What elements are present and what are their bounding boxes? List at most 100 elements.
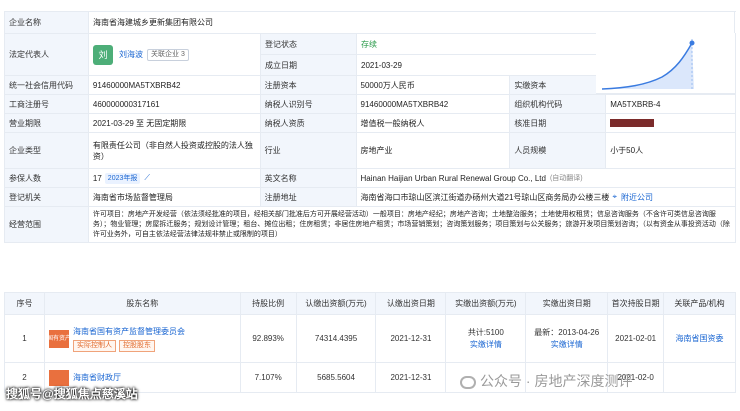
shareholder-name[interactable]: 海南省财政厅: [73, 372, 121, 383]
label-address: 注册地址: [260, 188, 357, 206]
row-name: 企业名称 海南省海建城乡更新集团有限公司: [5, 12, 736, 34]
watermark: 公众号 · 房地产深度测评: [460, 371, 632, 391]
tax-id: 91460000MA5TXBRB42: [357, 95, 511, 113]
header-first-date[interactable]: 首次持股日期: [608, 293, 665, 314]
reg-status: 存续: [357, 34, 601, 54]
authority: 海南省市场监督管理局: [89, 188, 261, 206]
label-english-name: 英文名称: [260, 169, 357, 187]
shareholder-cell: 国有资产 海南省国有资产监督管理委员会 实际控制人 控股股东: [45, 315, 241, 362]
insured-cell: 17 2023年报 ⟋: [89, 169, 261, 187]
shareholder-header: 序号 股东名称 持股比例 认缴出资额(万元) 认缴出资日期 实缴出资额(万元) …: [5, 293, 736, 315]
shareholder-logo: 国有资产: [47, 329, 71, 348]
label-staff-size: 人员规模: [510, 133, 607, 168]
avatar: 刘: [93, 44, 113, 65]
label-org-code: 组织机构代码: [510, 95, 607, 113]
header-no: 序号: [5, 293, 45, 314]
english-name-cell: Hainan Haijian Urban Rural Renewal Group…: [357, 169, 736, 187]
label-business-scope: 经营范围: [5, 207, 89, 242]
capital: 50000万人民币: [357, 76, 511, 94]
address-cell: 海南省海口市琼山区滨江街道办砀州大道21号琼山区商务局办公楼三楼 ⌖ 附近公司: [357, 188, 736, 206]
row-insured: 参保人数 17 2023年报 ⟋ 英文名称 Hainan Haijian Urb…: [5, 169, 736, 188]
paid-amount-cell: 共计:5100 实缴详情: [446, 315, 527, 362]
status-group: 登记状态 存续 成立日期 2021-03-29: [261, 34, 601, 75]
header-paid-date[interactable]: 实缴出资日期: [526, 293, 609, 314]
row-term: 营业期限 2021-03-29 至 无固定期限 纳税人资质 增值税一般纳税人 核…: [5, 114, 737, 133]
reg-no: 460000000317161: [89, 95, 261, 113]
label-taxpayer: 纳税人资质: [260, 114, 357, 132]
org-code: MA5TXBRB-4: [606, 95, 737, 113]
insured-count: 17: [92, 173, 102, 183]
paid-date-cell: 最新：2013-04-26 实缴详情: [526, 315, 609, 362]
label-capital: 注册资本: [260, 76, 357, 94]
sub-amount: 5685.5604: [297, 363, 377, 392]
row-type: 企业类型 有限责任公司（非自然人投资或控股的法人独资） 行业 房地产业 人员规模…: [5, 133, 737, 169]
header-sub-amount[interactable]: 认缴出资额(万元): [297, 293, 377, 314]
table-row: 1 国有资产 海南省国有资产监督管理委员会 实际控制人 控股股东 92.893%…: [5, 315, 736, 363]
staff-size: 小于50人: [606, 133, 737, 168]
redacted-block: [610, 119, 655, 127]
label-industry: 行业: [260, 133, 357, 168]
controlling-shareholder-tag: 控股股东: [118, 339, 155, 352]
label-approve-date: 核准日期: [510, 114, 607, 132]
header-name: 股东名称: [45, 293, 241, 314]
label-business-term: 营业期限: [5, 114, 89, 132]
business-term: 2021-03-29 至 无固定期限: [89, 114, 261, 132]
row-regno: 工商注册号 460000000317161 纳税人识别号 91460000MA5…: [5, 95, 737, 114]
sub-date: 2021-12-31: [376, 315, 447, 362]
shareholder-name[interactable]: 海南省国有资产监督管理委员会: [73, 326, 185, 338]
company-type: 有限责任公司（非自然人投资或控股的法人独资）: [89, 133, 261, 168]
approve-date: [606, 114, 737, 132]
taxpayer: 增值税一般纳税人: [357, 114, 511, 132]
label-reg-no: 工商注册号: [5, 95, 89, 113]
header-ratio[interactable]: 持股比例: [241, 293, 297, 314]
wechat-icon: [460, 375, 476, 389]
related-enterprise-tag[interactable]: 关联企业 3: [147, 48, 189, 61]
location-icon[interactable]: ⌖: [612, 192, 617, 202]
company-name: 海南省海建城乡更新集团有限公司: [89, 12, 735, 33]
row-scope: 经营范围 许可项目：房地产开发经营（依法须经批准的项目，经相关部门批准后方可开展…: [5, 207, 736, 243]
related-org-link[interactable]: 海南省国资委: [664, 315, 736, 362]
est-date: 2021-03-29: [357, 55, 601, 75]
ratio: 92.893%: [241, 315, 297, 362]
trend-chart-svg: [601, 39, 695, 91]
legal-rep-link[interactable]: 刘海波: [119, 49, 143, 60]
first-date: 2021-02-01: [608, 315, 665, 362]
trend-point: [689, 40, 695, 46]
header-sub-date[interactable]: 认缴出资日期: [376, 293, 447, 314]
related-org: [664, 363, 736, 392]
label-legal-rep: 法定代表人: [5, 34, 89, 75]
business-scope: 许可项目：房地产开发经营（依法须经批准的项目，经相关部门批准后方可开展经营活动）…: [89, 207, 736, 242]
row-no: 1: [5, 315, 45, 362]
ratio: 7.107%: [241, 363, 297, 392]
industry: 房地产业: [357, 133, 511, 168]
label-est-date: 成立日期: [261, 55, 357, 75]
sub-amount: 74314.4395: [297, 315, 377, 362]
english-name: Hainan Haijian Urban Rural Renewal Group…: [360, 173, 546, 183]
label-tax-id: 纳税人识别号: [260, 95, 357, 113]
paid-detail-link[interactable]: 实缴详情: [470, 339, 502, 351]
paid-date: 最新：2013-04-26: [534, 327, 600, 337]
row-authority: 登记机关 海南省市场监督管理局 注册地址 海南省海口市琼山区滨江街道办砀州大道2…: [5, 188, 736, 207]
shareholder-logo: [48, 369, 69, 386]
credit-code: 91460000MA5TXBRB42: [89, 76, 261, 94]
label-credit-code: 统一社会信用代码: [5, 76, 89, 94]
trend-icon[interactable]: ⟋: [144, 173, 150, 183]
header-paid-amount[interactable]: 实缴出资额(万元): [446, 293, 527, 314]
footer-credit: 搜狐号@搜狐焦点慈溪站: [6, 387, 138, 401]
label-company-name: 企业名称: [5, 12, 89, 33]
paid-date-detail-link[interactable]: 实缴详情: [551, 339, 583, 351]
actual-controller-tag: 实际控制人: [72, 339, 116, 352]
nearby-companies-link[interactable]: 附近公司: [621, 192, 653, 203]
label-company-type: 企业类型: [5, 133, 89, 168]
legal-rep-cell: 刘 刘海波 关联企业 3: [89, 34, 261, 75]
label-paid-capital: 实缴资本: [510, 76, 607, 94]
paid-amount: 共计:5100: [467, 327, 504, 337]
auto-translate-note: (自动翻译): [549, 175, 583, 182]
sub-date: 2021-12-31: [376, 363, 447, 392]
label-insured: 参保人数: [5, 169, 89, 187]
trend-chart: [596, 33, 736, 94]
label-reg-status: 登记状态: [261, 34, 357, 54]
annual-report-tag[interactable]: 2023年报: [104, 172, 141, 184]
label-authority: 登记机关: [5, 188, 89, 206]
address: 海南省海口市琼山区滨江街道办砀州大道21号琼山区商务局办公楼三楼: [360, 192, 610, 202]
